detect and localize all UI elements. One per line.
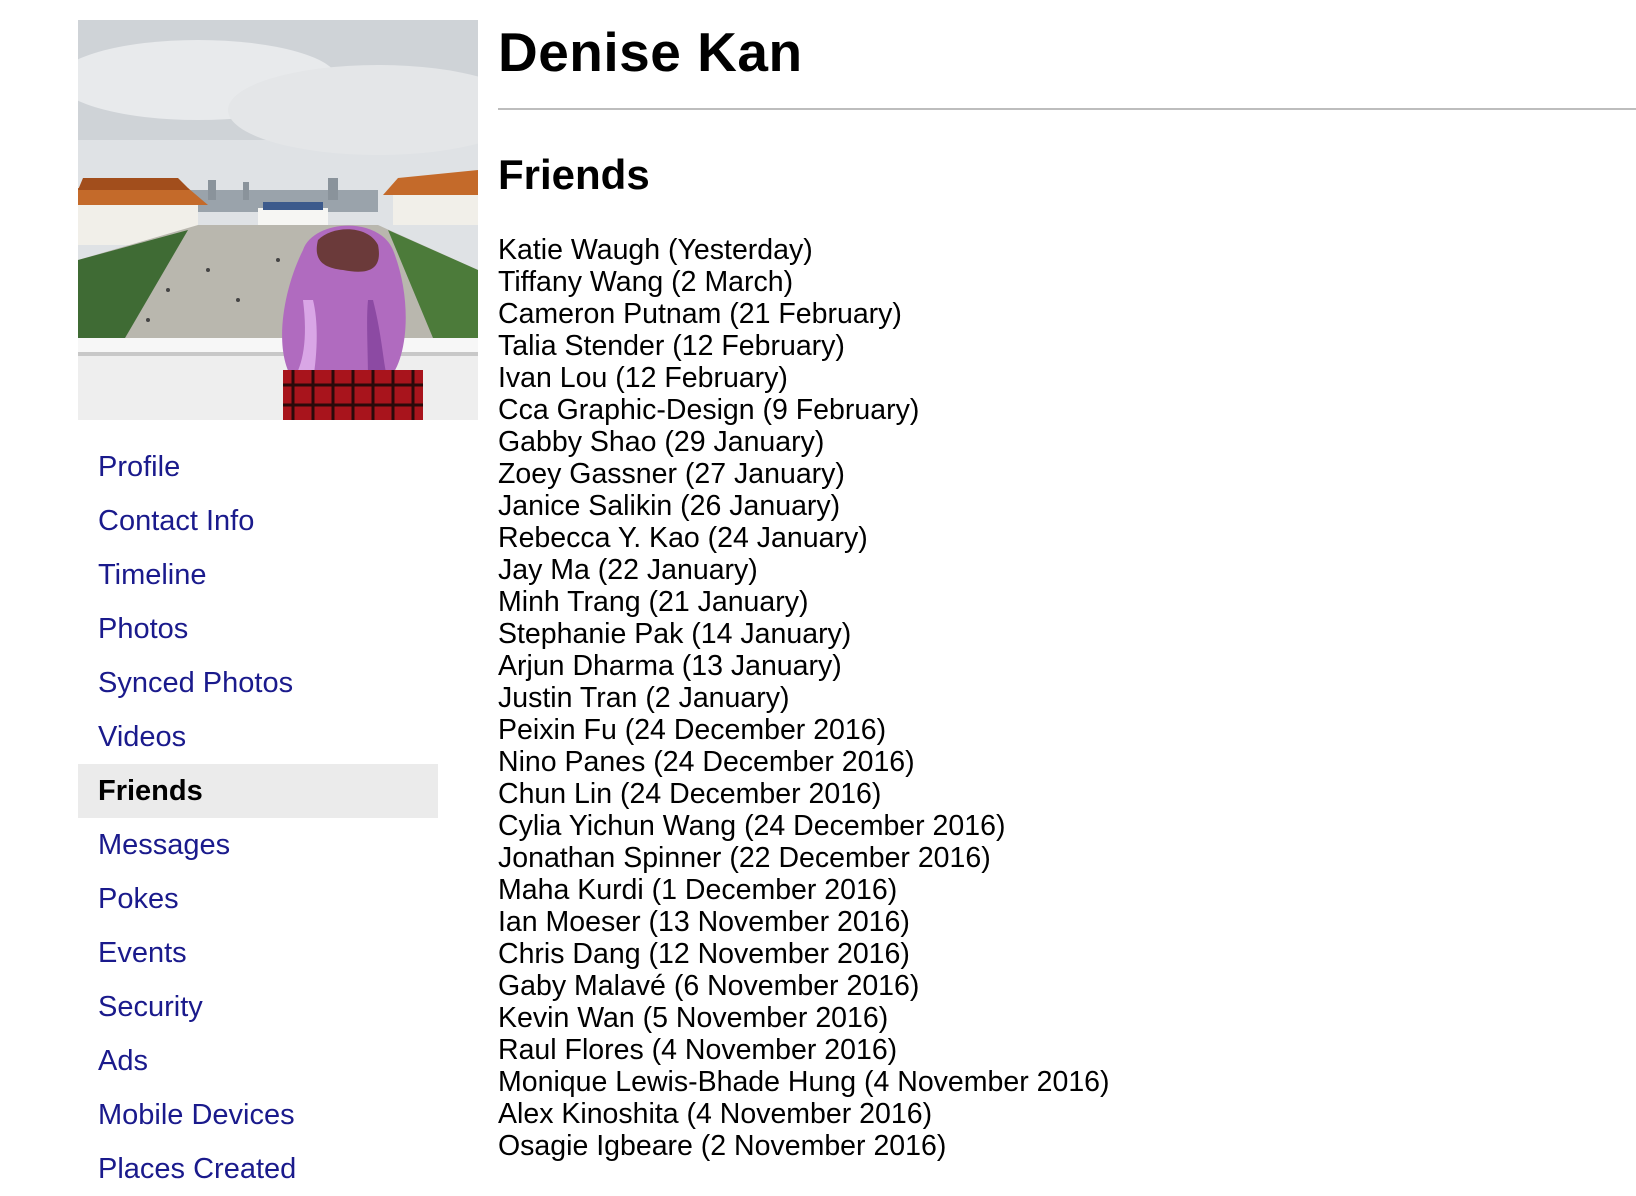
list-item: Cameron Putnam (21 February) bbox=[498, 298, 902, 330]
list-item: Talia Stender (12 February) bbox=[498, 330, 845, 362]
list-item: Rebecca Y. Kao (24 January) bbox=[498, 522, 868, 554]
list-item: Minh Trang (21 January) bbox=[498, 586, 809, 618]
list-item: Zoey Gassner (27 January) bbox=[498, 458, 845, 490]
list-item: Tiffany Wang (2 March) bbox=[498, 266, 794, 298]
sidebar-item-pokes[interactable]: Pokes bbox=[78, 872, 438, 926]
list-item: Gabby Shao (29 January) bbox=[498, 426, 825, 458]
list-item: Cylia Yichun Wang (24 December 2016) bbox=[498, 810, 1006, 842]
sidebar-item-videos[interactable]: Videos bbox=[78, 710, 438, 764]
list-item: Stephanie Pak (14 January) bbox=[498, 618, 852, 650]
list-item: Arjun Dharma (13 January) bbox=[498, 650, 842, 682]
list-item: Peixin Fu (24 December 2016) bbox=[498, 714, 887, 746]
list-item: Chris Dang (12 November 2016) bbox=[498, 938, 910, 970]
sidebar-item-profile[interactable]: Profile bbox=[78, 440, 438, 494]
list-item: Gaby Malavé (6 November 2016) bbox=[498, 970, 920, 1002]
list-item: Raul Flores (4 November 2016) bbox=[498, 1034, 898, 1066]
sidebar-item-synced-photos[interactable]: Synced Photos bbox=[78, 656, 438, 710]
profile-photo-image bbox=[78, 20, 478, 420]
list-item: Cca Graphic-Design (9 February) bbox=[498, 394, 920, 426]
profile-photo[interactable] bbox=[78, 20, 478, 420]
list-item: Alex Kinoshita (4 November 2016) bbox=[498, 1098, 933, 1130]
sidebar-item-messages[interactable]: Messages bbox=[78, 818, 438, 872]
sidebar-nav: Profile Contact Info Timeline Photos Syn… bbox=[78, 440, 438, 1196]
sidebar-item-security[interactable]: Security bbox=[78, 980, 438, 1034]
page-title: Denise Kan bbox=[498, 21, 803, 83]
sidebar-item-contact-info[interactable]: Contact Info bbox=[78, 494, 438, 548]
list-item: Osagie Igbeare (2 November 2016) bbox=[498, 1130, 947, 1162]
main-content: Denise Kan Friends Katie Waugh (Yesterda… bbox=[498, 0, 1636, 1162]
sidebar-item-timeline[interactable]: Timeline bbox=[78, 548, 438, 602]
sidebar-item-friends[interactable]: Friends bbox=[78, 764, 438, 818]
list-item: Ivan Lou (12 February) bbox=[498, 362, 788, 394]
list-item: Monique Lewis-Bhade Hung (4 November 201… bbox=[498, 1066, 1110, 1098]
list-item: Justin Tran (2 January) bbox=[498, 682, 790, 714]
section-title: Friends bbox=[498, 151, 650, 198]
list-item: Kevin Wan (5 November 2016) bbox=[498, 1002, 889, 1034]
list-item: Maha Kurdi (1 December 2016) bbox=[498, 874, 898, 906]
list-item: Jay Ma (22 January) bbox=[498, 554, 758, 586]
sidebar-item-photos[interactable]: Photos bbox=[78, 602, 438, 656]
sidebar-item-mobile-devices[interactable]: Mobile Devices bbox=[78, 1088, 438, 1142]
sidebar-item-ads[interactable]: Ads bbox=[78, 1034, 438, 1088]
list-item: Janice Salikin (26 January) bbox=[498, 490, 841, 522]
sidebar-item-places-created[interactable]: Places Created bbox=[78, 1142, 438, 1196]
list-item: Ian Moeser (13 November 2016) bbox=[498, 906, 910, 938]
friends-list: Katie Waugh (Yesterday) Tiffany Wang (2 … bbox=[498, 234, 1636, 1162]
list-item: Chun Lin (24 December 2016) bbox=[498, 778, 882, 810]
list-item: Jonathan Spinner (22 December 2016) bbox=[498, 842, 991, 874]
list-item: Nino Panes (24 December 2016) bbox=[498, 746, 915, 778]
sidebar-item-events[interactable]: Events bbox=[78, 926, 438, 980]
list-item: Katie Waugh (Yesterday) bbox=[498, 234, 813, 266]
title-divider bbox=[498, 108, 1636, 110]
